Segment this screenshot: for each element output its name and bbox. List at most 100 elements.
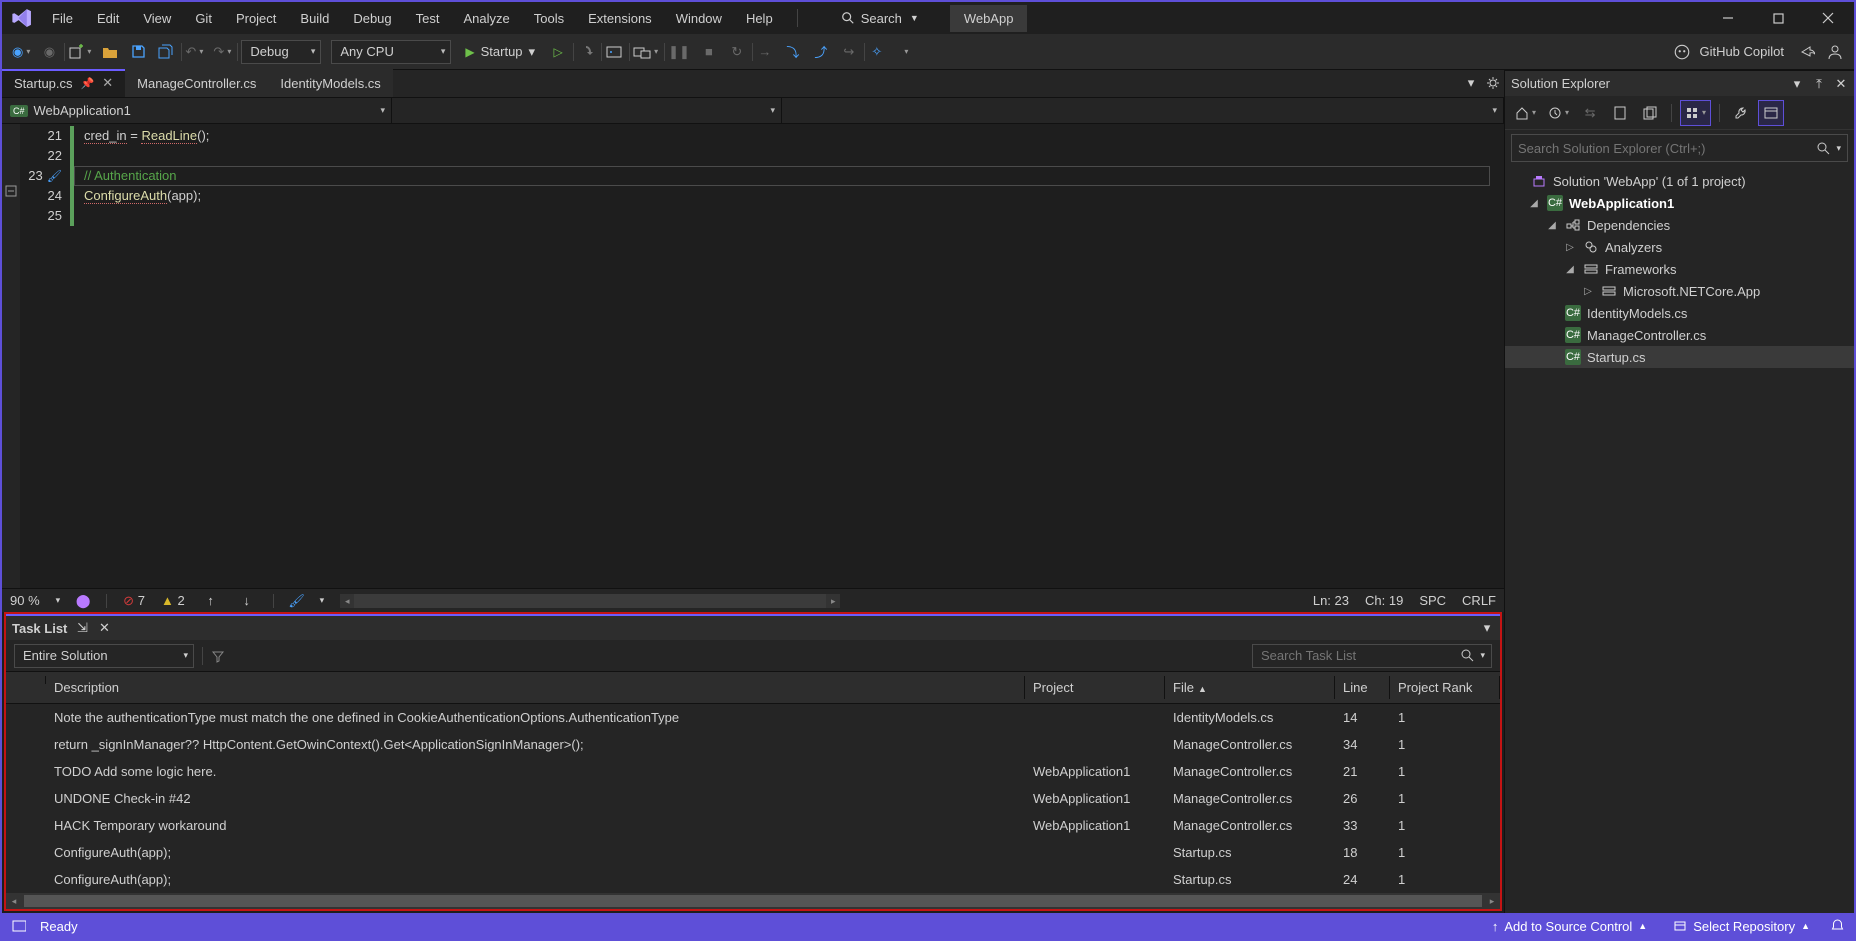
menu-window[interactable]: Window [664,5,734,32]
col-description[interactable]: Description [46,676,1025,699]
menu-project[interactable]: Project [224,5,288,32]
new-item-button[interactable]: ▾ [64,39,95,65]
browser-link-button[interactable] [601,39,627,65]
whitespace-mode[interactable]: SPC [1419,593,1446,608]
panel-menu-icon[interactable]: ▾ [1480,621,1494,635]
open-button[interactable] [97,39,123,65]
undo-button[interactable]: ↶▾ [181,39,207,65]
tree-frameworks[interactable]: ◢Frameworks [1505,258,1854,280]
home-icon[interactable]: ▾ [1511,100,1540,126]
menu-git[interactable]: Git [183,5,224,32]
docs-icon[interactable] [1637,100,1663,126]
task-row[interactable]: return _signInManager?? HttpContent.GetO… [6,731,1500,758]
search-options-icon[interactable]: ▾ [1836,143,1841,154]
share-button[interactable] [1794,39,1820,65]
nav-fwd-button[interactable]: ◉ [36,39,62,65]
tree-analyzers[interactable]: ▷Analyzers [1505,236,1854,258]
nav-back-button[interactable]: ◉▾ [8,39,34,65]
add-source-control[interactable]: ↑Add to Source Control▲ [1486,919,1653,934]
tree-netcore[interactable]: ▷Microsoft.NETCore.App [1505,280,1854,302]
toolbar-overflow-icon[interactable]: ▾ [892,39,918,65]
pin-icon[interactable]: ⇲ [75,621,89,635]
editor-tab[interactable]: ManageController.cs [125,69,268,97]
platform-combo[interactable]: Any CPU [331,40,451,64]
health-icon[interactable]: ⬤ [76,594,90,608]
doc-icon[interactable] [1607,100,1633,126]
tree-dependencies[interactable]: ◢Dependencies [1505,214,1854,236]
solexp-search[interactable]: ▾ [1511,134,1848,162]
col-file[interactable]: File▲ [1165,676,1335,699]
tree-file[interactable]: C#ManageController.cs [1505,324,1854,346]
zoom-level[interactable]: 90 % [10,593,40,608]
task-search[interactable]: ▾ [1252,644,1492,668]
task-table-header[interactable]: Description Project File▲ Line Project R… [6,672,1500,704]
col-project[interactable]: Project [1025,676,1165,699]
task-row[interactable]: HACK Temporary workaroundWebApplication1… [6,812,1500,839]
close-icon[interactable]: ✕ [97,621,111,635]
wrench-icon[interactable] [1728,100,1754,126]
editor-tab[interactable]: Startup.cs📌✕ [2,69,125,97]
col-rank[interactable]: Project Rank [1390,676,1500,699]
sync-icon[interactable]: ⇆ [1577,100,1603,126]
menu-debug[interactable]: Debug [341,5,403,32]
start-nodebug-button[interactable]: ▷ [545,39,571,65]
task-row[interactable]: TODO Add some logic here.WebApplication1… [6,758,1500,785]
next-issue-icon[interactable]: ↓ [237,593,257,608]
save-all-button[interactable] [153,39,179,65]
menu-file[interactable]: File [40,5,85,32]
select-repository[interactable]: Select Repository▲ [1667,919,1816,934]
filter-icon[interactable] [211,649,225,663]
code-area[interactable]: cred_in = ReadLine();// AuthenticationCo… [74,124,1504,588]
member-combo[interactable] [782,98,1504,123]
task-row[interactable]: ConfigureAuth(app);Startup.cs181 [6,839,1500,866]
github-copilot-button[interactable]: GitHub Copilot [1665,43,1792,61]
tree-file[interactable]: C#Startup.cs [1505,346,1854,368]
scope-filter-combo[interactable]: Entire Solution [14,644,194,668]
pin-icon[interactable]: ⤒ [1812,77,1826,91]
prev-issue-icon[interactable]: ↑ [201,593,221,608]
menu-edit[interactable]: Edit [85,5,131,32]
maximize-button[interactable] [1756,2,1800,34]
menu-build[interactable]: Build [288,5,341,32]
live-share-button[interactable]: ▾ [629,39,662,65]
warning-count[interactable]: ▲ 2 [161,593,185,608]
tree-solution[interactable]: Solution 'WebApp' (1 of 1 project) [1505,170,1854,192]
error-count[interactable]: ⊘ 7 [123,593,145,609]
menu-test[interactable]: Test [404,5,452,32]
title-search[interactable]: Search ▼ [830,8,930,29]
start-debug-button[interactable]: ▶Startup▾ [457,39,543,65]
history-icon[interactable]: ▾ [1544,100,1573,126]
tab-settings-icon[interactable] [1482,69,1504,97]
close-icon[interactable]: ✕ [1834,77,1848,91]
task-row[interactable]: UNDONE Check-in #42WebApplication1Manage… [6,785,1500,812]
account-button[interactable] [1822,39,1848,65]
close-button[interactable] [1806,2,1850,34]
tab-dropdown-icon[interactable]: ▾ [1460,69,1482,97]
menu-view[interactable]: View [131,5,183,32]
save-button[interactable] [125,39,151,65]
menu-extensions[interactable]: Extensions [576,5,664,32]
type-combo[interactable] [392,98,782,123]
preview-icon[interactable] [1758,100,1784,126]
task-row[interactable]: ConfigureAuth(app);Startup.cs241 [6,866,1500,893]
search-options-icon[interactable]: ▾ [1480,650,1485,661]
menu-tools[interactable]: Tools [522,5,576,32]
menu-analyze[interactable]: Analyze [451,5,521,32]
config-combo[interactable]: Debug [241,40,321,64]
task-search-input[interactable] [1261,648,1454,663]
hot-reload-button[interactable] [573,39,599,65]
search-icon[interactable] [1816,141,1830,155]
pin-icon[interactable]: 📌 [81,77,95,90]
output-icon[interactable] [12,919,26,933]
horizontal-scrollbar[interactable] [340,594,840,608]
redo-button[interactable]: ↷▾ [209,39,235,65]
solution-tree[interactable]: Solution 'WebApp' (1 of 1 project) ◢C#We… [1505,166,1854,913]
show-all-icon[interactable]: ▾ [1680,100,1711,126]
menu-help[interactable]: Help [734,5,785,32]
minimize-button[interactable] [1706,2,1750,34]
task-row[interactable]: Note the authenticationType must match t… [6,704,1500,731]
scope-combo[interactable]: C#WebApplication1 [2,98,392,123]
editor-tab[interactable]: IdentityModels.cs [268,69,392,97]
cleanup-icon[interactable]: 🖌 [290,594,304,608]
tree-project[interactable]: ◢C#WebApplication1 [1505,192,1854,214]
